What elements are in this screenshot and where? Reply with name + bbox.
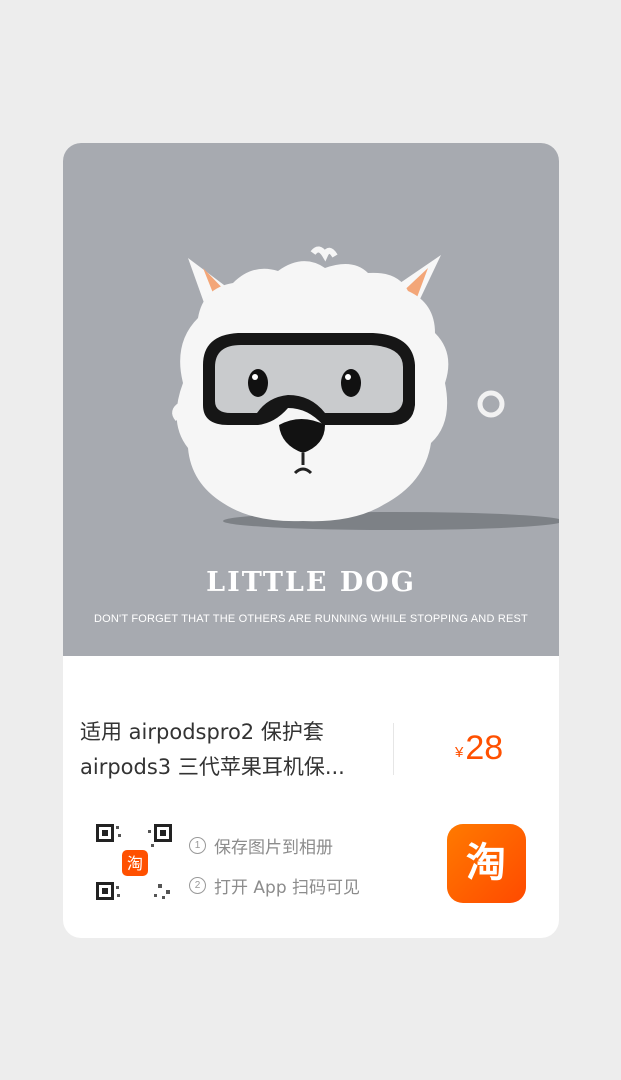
currency-symbol: ¥ bbox=[455, 744, 464, 761]
product-title: 适用 airpodspro2 保护套 airpods3 三代苹果耳机保... bbox=[80, 715, 380, 785]
hero-title: LITTLE DOG bbox=[206, 567, 416, 598]
instruction-step-2: 2 打开 App 扫码可见 bbox=[189, 873, 360, 898]
product-title-line2: airpods3 三代苹果耳机保... bbox=[80, 755, 345, 779]
product-image: LITTLE DOG DON'T FORGET THAT THE OTHERS … bbox=[63, 143, 559, 656]
taobao-icon[interactable]: 淘 bbox=[447, 824, 526, 903]
step-2-text: 打开 App 扫码可见 bbox=[214, 878, 361, 898]
divider bbox=[393, 723, 394, 775]
qr-code[interactable]: 淘 bbox=[96, 824, 174, 902]
hero-subtitle: DON'T FORGET THAT THE OTHERS ARE RUNNING… bbox=[94, 613, 528, 625]
product-share-card: LITTLE DOG DON'T FORGET THAT THE OTHERS … bbox=[63, 143, 559, 938]
price-value: 28 bbox=[465, 729, 504, 767]
qr-badge-glyph: 淘 bbox=[127, 854, 143, 873]
step-number-icon: 1 bbox=[189, 837, 206, 854]
step-1-text: 保存图片到相册 bbox=[214, 838, 333, 858]
instruction-step-1: 1 保存图片到相册 bbox=[189, 833, 333, 858]
price: ¥28 bbox=[455, 729, 503, 768]
step-number-icon: 2 bbox=[189, 877, 206, 894]
product-title-line1: 适用 airpodspro2 保护套 bbox=[80, 720, 324, 744]
taobao-glyph: 淘 bbox=[466, 840, 506, 886]
